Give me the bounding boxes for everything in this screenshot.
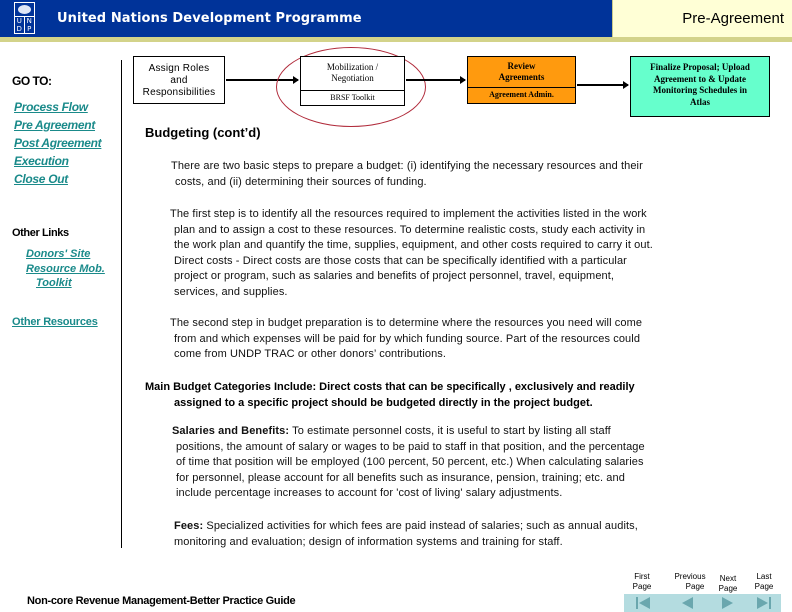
flow-step-sublink-brsf-toolkit[interactable]: BRSF Toolkit — [301, 91, 404, 106]
flow-arrow — [577, 81, 629, 89]
text-line: positions, the amount of salary or wages… — [176, 440, 645, 453]
flow-step-finalize-proposal[interactable]: Finalize Proposal; Upload Agreement to &… — [630, 56, 770, 117]
header-divider — [0, 37, 792, 42]
text-line: The second step in budget preparation is… — [170, 317, 643, 329]
flow-step-label: Review — [507, 61, 536, 71]
link-resource-mob[interactable]: Resource Mob. — [26, 263, 105, 275]
flow-step-label: and — [170, 75, 188, 86]
flow-step-label: Responsibilities — [142, 87, 216, 98]
header-bar: U N D P United Nations Development Progr… — [0, 0, 792, 37]
text-line: come from UNDP TRAC or other donors’ con… — [174, 348, 447, 360]
nav-label: Previous — [674, 572, 706, 581]
nav-label: Page — [685, 582, 705, 591]
text-line: There are two basic steps to prepare a b… — [171, 160, 643, 172]
previous-page-button[interactable]: Previous Page — [670, 572, 710, 592]
text-line: costs, and (ii) determining their source… — [175, 175, 427, 188]
flow-step-label: Agreement to & Update — [653, 73, 747, 84]
text-line: To estimate personnel costs, it is usefu… — [289, 425, 611, 437]
text-line: from and which expenses will be paid for… — [174, 332, 641, 345]
org-name: United Nations Development Programme — [57, 11, 362, 26]
text-line: the work plan and quantify the time, sup… — [174, 239, 653, 251]
flow-step-label: Agreements — [498, 72, 545, 82]
paragraph-fees: Fees: Specialized activities for which f… — [174, 519, 734, 550]
text-line: Main Budget Categories Include: Direct c… — [145, 381, 635, 393]
undp-logo: U N D P — [14, 2, 35, 34]
link-toolkit[interactable]: Toolkit — [36, 277, 72, 289]
logo-letter: P — [27, 25, 32, 33]
flow-arrow — [406, 76, 466, 84]
nav-label: First — [634, 572, 650, 581]
paragraph-salaries-benefits: Salaries and Benefits: To estimate perso… — [172, 424, 737, 502]
nav-link-close-out[interactable]: Close Out — [14, 172, 68, 186]
logo-letter: N — [26, 17, 32, 25]
flow-step-mobilization[interactable]: Mobilization / Negotiation BRSF Toolkit — [300, 56, 405, 106]
flow-step-sublink-agreement-admin[interactable]: Agreement Admin. — [468, 88, 575, 103]
text-line: project or program, such as salaries and… — [174, 270, 615, 282]
text-line: Direct costs - Direct costs are those co… — [174, 254, 627, 267]
logo-letters: U N D P — [15, 16, 34, 33]
next-page-button[interactable]: Next Page — [714, 574, 742, 594]
other-links-label: Other Links — [12, 227, 69, 239]
flow-step-review-agreements[interactable]: Review Agreements Agreement Admin. — [467, 56, 576, 104]
fees-label: Fees: — [174, 520, 204, 532]
text-line: monitoring and evaluation; design of inf… — [174, 535, 563, 548]
paragraph-second-step: The second step in budget preparation is… — [170, 316, 735, 363]
sidebar-divider — [121, 60, 122, 548]
nav-label: Next — [719, 574, 737, 583]
paragraph-basic-steps: There are two basic steps to prepare a b… — [171, 159, 731, 190]
main-budget-categories: Main Budget Categories Include: Direct c… — [145, 380, 745, 411]
nav-link-execution[interactable]: Execution — [14, 154, 69, 168]
section-title-box: Pre-Agreement — [612, 0, 792, 37]
text-line: include percentage increases to account … — [176, 487, 563, 499]
footer-guide-title: Non-core Revenue Management-Better Pract… — [27, 595, 296, 607]
text-line: for personnel, please account for all be… — [176, 471, 625, 484]
text-line: assigned to a specific project should be… — [174, 396, 593, 409]
nav-link-post-agreement[interactable]: Post Agreement — [14, 136, 102, 150]
flow-step-label: Mobilization / — [326, 62, 379, 72]
text-line: of time that position will be employed (… — [176, 456, 644, 468]
next-page-icon[interactable] — [722, 597, 733, 610]
last-page-button[interactable]: Last Page — [750, 572, 778, 592]
nav-label: Page — [754, 582, 774, 591]
link-other-resources[interactable]: Other Resources — [12, 316, 98, 328]
text-line: plan and to assign a cost to these resou… — [174, 223, 646, 236]
nav-label: Page — [632, 582, 652, 591]
nav-label: Page — [718, 584, 738, 593]
page-heading: Budgeting (cont’d) — [145, 125, 261, 140]
logo-letter: D — [15, 25, 25, 33]
nav-link-process-flow[interactable]: Process Flow — [14, 100, 88, 114]
logo-letter: U — [15, 17, 25, 25]
nav-link-pre-agreement[interactable]: Pre Agreement — [14, 118, 95, 132]
goto-label: GO TO: — [12, 74, 52, 88]
first-page-icon[interactable] — [636, 597, 650, 610]
flow-step-label: Monitoring Schedules in — [652, 85, 747, 95]
flow-step-label: Assign Roles — [148, 63, 210, 74]
flow-step-label: Negotiation — [331, 73, 374, 83]
text-line: services, and supplies. — [174, 285, 288, 298]
last-page-icon[interactable] — [757, 597, 771, 610]
link-donors-site[interactable]: Donors' Site — [26, 248, 90, 260]
flow-step-assign-roles[interactable]: Assign Roles and Responsibilities — [133, 56, 225, 104]
flow-step-label: Finalize Proposal; Upload — [650, 62, 750, 72]
previous-page-icon[interactable] — [682, 597, 693, 610]
flow-step-label: Atlas — [690, 96, 710, 107]
text-line: Specialized activities for which fees ar… — [203, 520, 638, 532]
paragraph-first-step: The first step is to identify all the re… — [170, 207, 735, 300]
section-title: Pre-Agreement — [682, 10, 784, 27]
nav-label: Last — [756, 572, 772, 581]
salaries-label: Salaries and Benefits: — [172, 425, 290, 437]
first-page-button[interactable]: First Page — [628, 572, 656, 592]
un-emblem-icon — [18, 5, 31, 14]
text-line: The first step is to identify all the re… — [170, 208, 647, 220]
